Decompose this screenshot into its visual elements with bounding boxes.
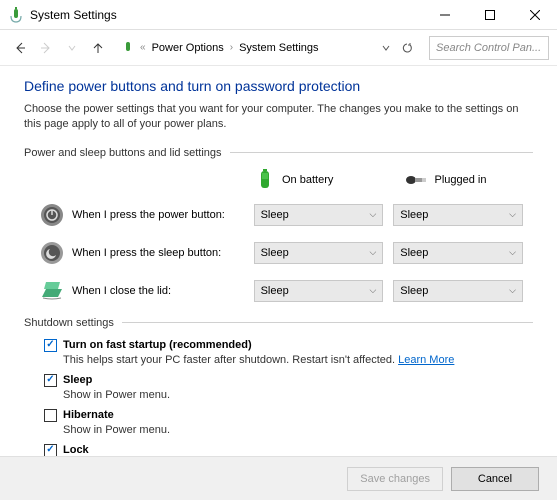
address-bar[interactable]: « Power Options › System Settings <box>116 36 421 60</box>
lid-battery-select[interactable]: Sleep⌵ <box>254 280 384 302</box>
chevron-down-icon: ⌵ <box>509 247 516 258</box>
chevron-down-icon: ⌵ <box>509 285 516 296</box>
power-button-icon <box>40 203 64 227</box>
checkbox-hibernate[interactable] <box>44 409 57 422</box>
power-button-battery-select[interactable]: Sleep⌵ <box>254 204 384 226</box>
location-icon <box>120 40 136 56</box>
sleep-button-icon <box>40 241 64 265</box>
sd-hibernate: Hibernate Show in Power menu. <box>44 409 533 436</box>
group-shutdown: Shutdown settings <box>24 317 533 329</box>
battery-icon <box>256 169 274 191</box>
page-heading: Define power buttons and turn on passwor… <box>24 78 533 94</box>
chevron-down-icon: ⌵ <box>369 285 376 296</box>
learn-more-link[interactable]: Learn More <box>398 354 454 366</box>
back-button[interactable] <box>8 36 32 60</box>
row-sleep-button: When I press the sleep button: Sleep⌵ Sl… <box>24 241 533 265</box>
close-button[interactable] <box>512 0 557 29</box>
footer: Save changes Cancel <box>0 456 557 500</box>
sd-title: Sleep <box>63 374 92 386</box>
sleep-button-battery-select[interactable]: Sleep⌵ <box>254 242 384 264</box>
lid-icon <box>40 279 64 303</box>
checkbox-sleep[interactable]: ✓ <box>44 374 57 387</box>
app-icon <box>8 7 24 23</box>
column-headers: On battery Plugged in <box>256 169 533 191</box>
checkbox-lock[interactable]: ✓ <box>44 444 57 456</box>
setting-label: When I press the sleep button: <box>72 247 254 259</box>
shutdown-list: ✓ Turn on fast startup (recommended) Thi… <box>24 339 533 456</box>
plug-icon <box>405 171 427 189</box>
sd-desc: Show in Power menu. <box>63 389 533 401</box>
row-close-lid: When I close the lid: Sleep⌵ Sleep⌵ <box>24 279 533 303</box>
col-label: On battery <box>282 174 333 186</box>
sd-fast-startup: ✓ Turn on fast startup (recommended) Thi… <box>44 339 533 366</box>
col-battery: On battery <box>256 169 385 191</box>
sd-sleep: ✓ Sleep Show in Power menu. <box>44 374 533 401</box>
chevron-down-icon: ⌵ <box>509 209 516 220</box>
breadcrumb-item[interactable]: Power Options <box>148 40 228 56</box>
up-button[interactable] <box>86 36 110 60</box>
page-subtitle: Choose the power settings that you want … <box>24 102 533 133</box>
setting-label: When I press the power button: <box>72 209 254 221</box>
sd-title: Turn on fast startup (recommended) <box>63 339 252 351</box>
chevron-down-icon: ⌵ <box>369 247 376 258</box>
sd-title: Lock <box>63 444 89 456</box>
lid-plugged-select[interactable]: Sleep⌵ <box>393 280 523 302</box>
recent-button[interactable] <box>60 36 84 60</box>
cancel-button[interactable]: Cancel <box>451 467 539 491</box>
row-power-button: When I press the power button: Sleep⌵ Sl… <box>24 203 533 227</box>
breadcrumb-item[interactable]: System Settings <box>235 40 322 56</box>
chevron-right-icon: › <box>228 42 235 53</box>
search-placeholder: Search Control Pan... <box>436 42 541 54</box>
sleep-button-plugged-select[interactable]: Sleep⌵ <box>393 242 523 264</box>
sd-desc: Show in Power menu. <box>63 424 533 436</box>
group-buttons-lid: Power and sleep buttons and lid settings <box>24 147 533 159</box>
chevron-left-icon: « <box>138 42 148 53</box>
setting-label: When I close the lid: <box>72 285 254 297</box>
sd-lock: ✓ Lock Show in account picture menu. <box>44 444 533 456</box>
search-input[interactable]: Search Control Pan... <box>429 36 549 60</box>
power-button-plugged-select[interactable]: Sleep⌵ <box>393 204 523 226</box>
chevron-down-icon: ⌵ <box>369 209 376 220</box>
checkbox-fast-startup[interactable]: ✓ <box>44 339 57 352</box>
title-bar: System Settings <box>0 0 557 30</box>
forward-button[interactable] <box>34 36 58 60</box>
sd-title: Hibernate <box>63 409 114 421</box>
window-title: System Settings <box>30 8 422 22</box>
minimize-button[interactable] <box>422 0 467 29</box>
dropdown-button[interactable] <box>376 38 396 58</box>
col-plugged: Plugged in <box>405 169 534 191</box>
col-label: Plugged in <box>435 174 487 186</box>
refresh-button[interactable] <box>397 38 417 58</box>
content-area: Define power buttons and turn on passwor… <box>0 66 557 456</box>
save-button[interactable]: Save changes <box>347 467 443 491</box>
nav-bar: « Power Options › System Settings Search… <box>0 30 557 66</box>
sd-desc: This helps start your PC faster after sh… <box>63 354 533 366</box>
maximize-button[interactable] <box>467 0 512 29</box>
